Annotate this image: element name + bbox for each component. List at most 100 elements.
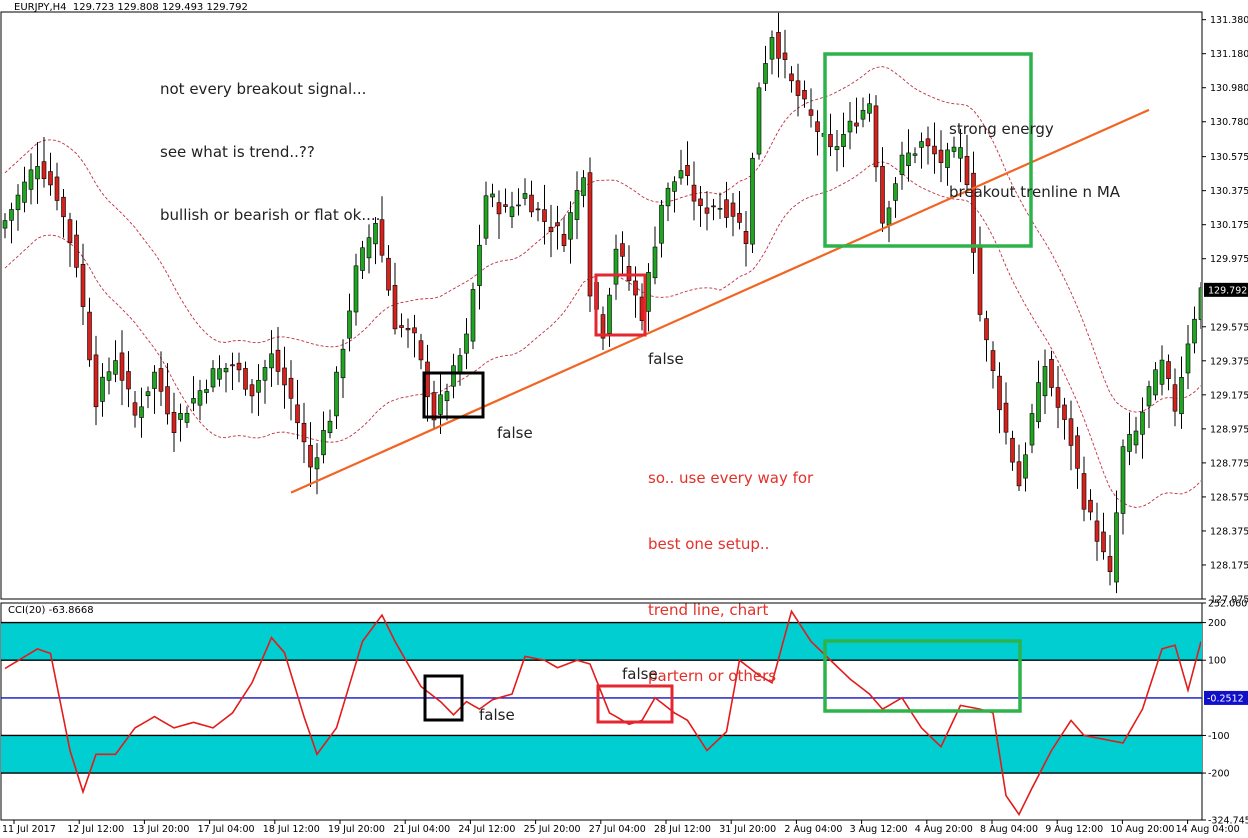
cci-band [1, 735, 1202, 774]
bull-candle [893, 183, 898, 201]
price-tick-label: 129.575 [1210, 322, 1248, 333]
bull-candle [665, 187, 671, 207]
bear-candle [301, 422, 307, 443]
false-label-black: false [497, 424, 533, 442]
current-price-label: 129.792 [1208, 285, 1247, 296]
price-tick-label: 128.175 [1210, 560, 1248, 571]
cci-tick-label: -200 [1208, 769, 1230, 780]
cci-tick-label: 252.0607 [1208, 599, 1248, 610]
bear-candle [275, 349, 281, 372]
bull-candle [672, 181, 677, 192]
cci-band [1, 622, 1202, 661]
ohlc-values: 129.723 129.808 129.493 129.792 [72, 2, 248, 13]
bull-candle [652, 246, 658, 279]
bear-candle [880, 165, 885, 224]
bull-candle [912, 153, 918, 156]
bull-candle [210, 368, 216, 388]
bull-candle [847, 120, 853, 133]
bear-candle [529, 194, 534, 213]
bull-candle [1120, 446, 1126, 514]
time-tick-label: 3 Aug 12:00 [850, 824, 908, 835]
time-tick-label: 18 Jul 12:00 [263, 824, 320, 835]
false-label-red: false [648, 350, 684, 368]
price-axis: 131.380 131.180 130.980 130.780 130.575 130.3… [1202, 15, 1248, 606]
bull-candle [184, 412, 190, 423]
cci-tick-label: 100 [1208, 656, 1226, 667]
bear-candle [1094, 520, 1100, 542]
bear-candle [704, 207, 710, 214]
bear-candle [925, 138, 931, 147]
bull-candle [223, 367, 229, 373]
bear-candle [1101, 531, 1106, 553]
bull-candle [750, 157, 755, 245]
bear-candle [561, 234, 567, 246]
time-tick-label: 25 Jul 20:00 [524, 824, 581, 835]
time-tick-label: 9 Aug 12:00 [1045, 824, 1103, 835]
bull-candle [35, 166, 40, 180]
bull-candle [139, 406, 144, 418]
bull-candle [457, 355, 463, 373]
bear-candle [1166, 361, 1171, 379]
bull-candle [1127, 434, 1132, 452]
bear-candle [171, 411, 177, 433]
price-tick-label: 131.180 [1210, 49, 1248, 60]
bull-candle [1185, 343, 1191, 374]
bear-candle [282, 367, 287, 386]
cci-header: CCI(20) -63.8668 [8, 605, 94, 616]
bull-candle [886, 207, 892, 226]
bear-candle [691, 184, 697, 202]
bear-candle [587, 172, 593, 297]
time-tick-label: 31 Jul 20:00 [719, 824, 776, 835]
setup-line: trend line, chart [648, 601, 769, 619]
bear-candle [1055, 387, 1061, 408]
bull-candle [646, 272, 651, 312]
bull-candle [1179, 377, 1184, 415]
bear-candle [230, 364, 235, 367]
bear-candle [1088, 499, 1093, 513]
bear-candle [61, 196, 66, 218]
time-tick-label: 11 Jul 2017 [2, 824, 56, 835]
bull-candle [178, 413, 183, 420]
current-price-marker: 129.792 [1204, 282, 1248, 297]
bear-candle [711, 205, 716, 208]
bear-candle [74, 234, 79, 268]
bear-candle [737, 213, 742, 223]
bear-candle [555, 222, 560, 227]
price-tick-label: 130.980 [1210, 83, 1248, 94]
time-tick-label: 12 Jul 12:00 [67, 824, 124, 835]
bear-candle [932, 145, 937, 155]
bull-candle [106, 371, 112, 381]
bull-candle [340, 348, 346, 379]
bull-candle [1146, 386, 1152, 407]
bear-candle [54, 176, 60, 201]
price-tick-label: 128.975 [1210, 424, 1248, 435]
bear-candle [789, 73, 794, 82]
bear-candle [496, 202, 502, 215]
bear-candle [620, 243, 625, 257]
bear-candle [295, 404, 300, 424]
bear-candle [997, 375, 1002, 411]
bear-candle [48, 171, 53, 186]
bear-candle [626, 266, 632, 281]
bear-candle [633, 280, 638, 296]
bear-candle [1172, 384, 1178, 412]
bull-candle [906, 152, 911, 166]
bear-candle [87, 311, 92, 361]
symbol-label: EURJPY,H4 [14, 2, 67, 13]
bull-candle [1133, 430, 1139, 446]
bull-candle [834, 146, 840, 150]
bear-candle [399, 325, 404, 328]
bull-candle [470, 289, 476, 342]
bear-candle [126, 371, 131, 390]
bear-candle [1075, 435, 1080, 469]
bear-candle [724, 199, 729, 218]
time-tick-label: 14 Aug 04:00 [1176, 824, 1240, 835]
bear-candle [132, 402, 138, 416]
bull-candle [717, 207, 723, 210]
energy-annotation: strong energy breakout trenline n MA [949, 77, 1120, 224]
bear-candle [828, 134, 833, 148]
bear-candle [1068, 418, 1074, 446]
price-tick-label: 128.575 [1210, 492, 1248, 503]
bull-candle [1114, 512, 1119, 583]
false-label-cci-black: false [479, 706, 515, 724]
